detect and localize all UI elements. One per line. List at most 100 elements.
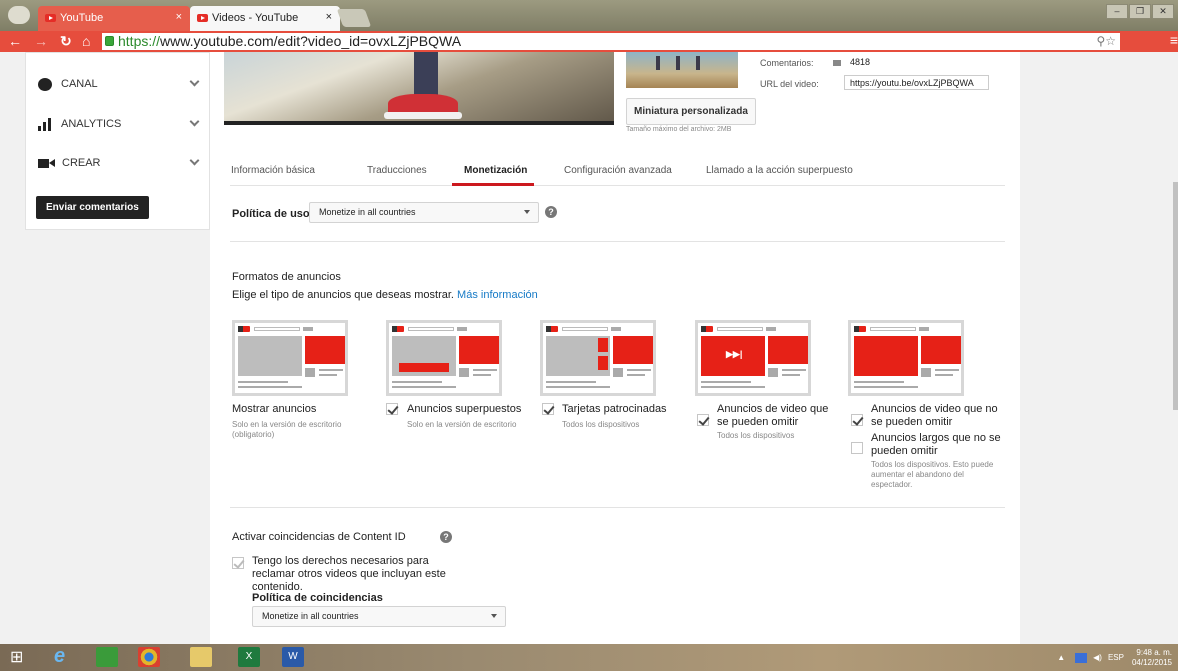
ad-format-note: Todos los dispositivos	[717, 431, 795, 440]
menu-icon[interactable]: ≡	[1170, 32, 1178, 48]
rights-label: Tengo los derechos necesarios para recla…	[252, 555, 446, 593]
reload-icon[interactable]: ↻	[60, 33, 72, 50]
youtube-favicon-icon	[197, 14, 208, 22]
comments-count: 4818	[850, 57, 871, 67]
browser-profile-icon[interactable]	[8, 6, 30, 24]
long-ads-label: Anuncios largos que no se pueden omitir	[871, 432, 1001, 457]
rights-checkbox[interactable]	[232, 557, 244, 569]
close-tab-icon[interactable]: ×	[326, 11, 332, 23]
close-tab-icon[interactable]: ×	[176, 11, 182, 23]
chevron-down-icon	[189, 155, 200, 166]
tab-llamado-accion[interactable]: Llamado a la acción superpuesto	[706, 165, 853, 176]
match-policy-value: Monetize in all countries	[262, 611, 359, 621]
youtube-logo-icon	[546, 326, 558, 332]
tab-informacion-basica[interactable]: Información básica	[231, 165, 315, 176]
store-icon[interactable]	[96, 647, 118, 667]
tab-configuracion-avanzada[interactable]: Configuración avanzada	[564, 165, 672, 176]
overlay-ads-checkbox[interactable]	[386, 403, 398, 415]
divider	[230, 241, 1005, 242]
youtube-logo-icon	[238, 326, 250, 332]
sponsored-cards-checkbox[interactable]	[542, 403, 554, 415]
sidebar-item-label: ANALYTICS	[61, 118, 122, 130]
browser-titlebar: YouTube × Videos - YouTube × ‒ ❐ ✕	[0, 0, 1178, 31]
ad-format-label: Anuncios superpuestos	[407, 403, 522, 415]
language-indicator[interactable]: ESP	[1108, 653, 1124, 662]
tab-traducciones[interactable]: Traducciones	[367, 165, 427, 176]
chrome-icon[interactable]	[138, 647, 160, 667]
browser-tab-youtube[interactable]: YouTube ×	[38, 6, 190, 31]
network-icon[interactable]	[1075, 652, 1088, 663]
skippable-ads-checkbox[interactable]	[697, 414, 709, 426]
ad-preview-display	[232, 320, 348, 396]
new-tab-button[interactable]	[336, 9, 372, 27]
user-circle-icon	[38, 77, 52, 91]
main-panel: Miniatura personalizada Tamaño máximo de…	[210, 52, 1020, 644]
tab-monetizacion[interactable]: Monetización	[464, 165, 527, 176]
send-feedback-button[interactable]: Enviar comentarios	[36, 196, 149, 219]
usage-policy-select[interactable]: Monetize in all countries	[309, 202, 539, 223]
close-window-icon[interactable]: ✕	[1152, 4, 1174, 19]
window-controls: ‒ ❐ ✕	[1106, 4, 1174, 19]
page-scrollbar[interactable]	[1173, 52, 1178, 644]
help-icon[interactable]: ?	[440, 531, 452, 543]
ad-format-label: Anuncios de video que se pueden omitir	[717, 403, 829, 428]
video-url-field[interactable]: https://youtu.be/ovxLZjPBQWA	[844, 75, 989, 90]
excel-icon[interactable]: X	[238, 647, 260, 667]
youtube-logo-icon	[392, 326, 404, 332]
browser-tab-label: Videos - YouTube	[212, 12, 299, 24]
custom-thumbnail-button[interactable]: Miniatura personalizada	[626, 98, 756, 125]
sidebar-item-label: CANAL	[61, 78, 98, 90]
url-scheme: https://	[118, 33, 161, 49]
ad-preview-overlay	[386, 320, 502, 396]
comment-icon	[833, 60, 841, 66]
ad-formats-subtitle: Elige el tipo de anuncios que deseas mos…	[232, 289, 538, 301]
windows-start-icon[interactable]: ⊞	[10, 647, 32, 667]
url-path: www.youtube.com/edit?video_id=ovxLZjPBQW…	[160, 33, 462, 49]
dropdown-arrow-icon	[524, 210, 530, 214]
ad-format-note: Solo en la versión de escritorio (obliga…	[232, 420, 342, 439]
long-non-skippable-checkbox[interactable]	[851, 442, 863, 454]
tab-bar: Información básica Traducciones Monetiza…	[230, 150, 1005, 186]
active-tab-indicator	[452, 183, 534, 186]
ad-format-label: Mostrar anuncios	[232, 403, 317, 415]
internet-explorer-icon[interactable]: e	[54, 646, 76, 667]
zoom-star-icons[interactable]: ⚲☆	[1096, 33, 1116, 50]
volume-icon[interactable]: ◀)	[1093, 653, 1102, 662]
ad-format-label: Tarjetas patrocinadas	[562, 403, 667, 415]
word-icon[interactable]: W	[282, 647, 304, 667]
clock[interactable]: 9:48 a. m. 04/12/2015	[1132, 648, 1172, 668]
youtube-logo-icon	[701, 326, 713, 332]
browser-tab-videos[interactable]: Videos - YouTube ×	[190, 6, 340, 31]
match-policy-select[interactable]: Monetize in all countries	[252, 606, 506, 627]
scrollbar-thumb[interactable]	[1173, 182, 1178, 410]
maximize-icon[interactable]: ❐	[1129, 4, 1151, 19]
content-id-title: Activar coincidencias de Content ID	[232, 531, 406, 543]
sidebar-item-canal[interactable]: CANAL	[38, 75, 200, 93]
ad-format-label: Anuncios de video que no se pueden omiti…	[871, 403, 998, 428]
sidebar-item-analytics[interactable]: ANALYTICS	[38, 115, 200, 133]
long-ads-note: Todos los dispositivos. Esto puede aumen…	[871, 460, 994, 489]
ad-format-note: Solo en la versión de escritorio	[407, 420, 517, 429]
page-content: CANAL ANALYTICS CREAR Enviar comentarios…	[0, 52, 1178, 644]
ad-formats-title: Formatos de anuncios	[232, 271, 341, 283]
sidebar-item-crear[interactable]: CREAR	[38, 154, 200, 172]
help-icon[interactable]: ?	[545, 206, 557, 218]
non-skippable-ads-checkbox[interactable]	[851, 414, 863, 426]
address-bar[interactable]: https://www.youtube.com/edit?video_id=ov…	[102, 33, 1120, 50]
ad-formats-subtitle-text: Elige el tipo de anuncios que deseas mos…	[232, 289, 454, 301]
minimize-icon[interactable]: ‒	[1106, 4, 1128, 19]
browser-tab-label: YouTube	[60, 12, 104, 24]
ad-preview-skippable: ▶▶|	[695, 320, 811, 396]
file-explorer-icon[interactable]	[190, 647, 212, 667]
home-icon[interactable]: ⌂	[82, 33, 90, 49]
youtube-favicon-icon	[45, 14, 56, 22]
divider	[230, 507, 1005, 508]
tray-up-arrow-icon[interactable]: ▲	[1057, 653, 1065, 662]
bar-chart-icon	[38, 117, 52, 131]
video-thumbnail[interactable]	[626, 52, 738, 88]
forward-arrow-icon[interactable]: →	[34, 33, 48, 49]
video-preview[interactable]	[224, 52, 614, 125]
max-file-size-note: Tamaño máximo del archivo: 2MB	[626, 126, 732, 133]
back-arrow-icon[interactable]: ←	[8, 33, 22, 49]
more-info-link[interactable]: Más información	[457, 289, 538, 301]
